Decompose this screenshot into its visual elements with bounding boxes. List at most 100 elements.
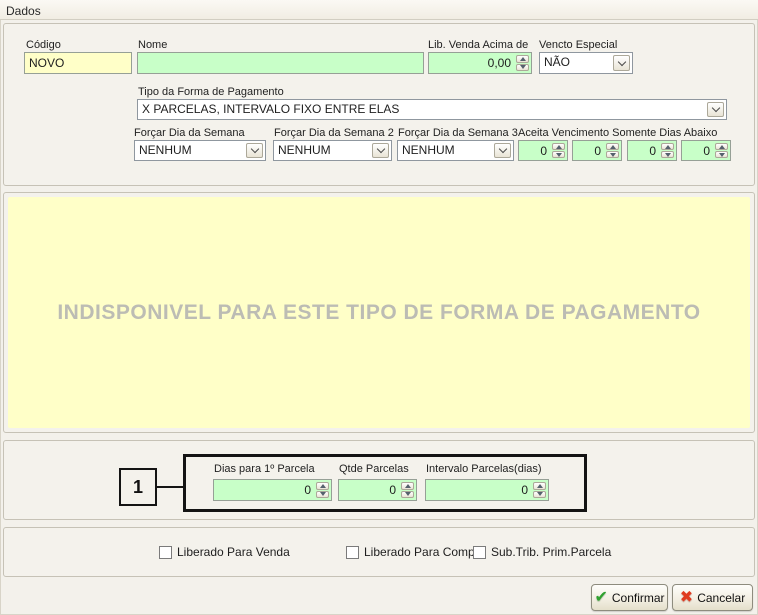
checkbox-subtrib-primparcela[interactable]: Sub.Trib. Prim.Parcela [473,545,611,559]
aceita-vencimento-value-1: 0 [540,144,547,158]
dias-primeira-value: 0 [304,483,311,497]
spin-down-button[interactable] [533,491,546,499]
chevron-down-icon [250,145,258,153]
spin-up-button[interactable] [552,143,565,150]
chevron-down-icon [711,104,719,112]
checkbox-label: Sub.Trib. Prim.Parcela [491,545,611,559]
aceita-vencimento-value-4: 0 [703,144,710,158]
chevron-down-icon [376,145,384,153]
forcar-dia-1-select[interactable]: NENHUM [134,140,266,161]
spin-up-button[interactable] [516,55,529,63]
confirm-button-label: Confirmar [612,591,665,605]
forcar-dia-2-label: Forçar Dia da Semana 2 [274,127,394,139]
lib-venda-value: 0,00 [488,56,511,70]
aceita-vencimento-value-2: 0 [594,144,601,158]
unavailable-watermark-text: INDISPONIVEL PARA ESTE TIPO DE FORMA DE … [57,301,700,325]
parcelas-group-frame: Dias para 1º Parcela 0 Qtde Parcelas 0 I… [183,454,587,512]
aceita-vencimento-spinner-3[interactable]: 0 [627,140,677,161]
arrow-up-icon [556,145,562,149]
forcar-dia-3-label: Forçar Dia da Semana 3 [398,127,518,139]
codigo-label: Código [26,39,61,51]
checkboxes-panel: Liberado Para Venda Liberado Para Compra… [3,527,755,577]
aceita-vencimento-spinner-1[interactable]: 0 [518,140,568,161]
codigo-input[interactable]: NOVO [24,52,132,74]
check-icon: ✔ [594,590,607,606]
checkbox-label: Liberado Para Venda [177,545,290,559]
vencto-especial-value: NÃO [544,55,570,69]
lib-venda-spinner[interactable]: 0,00 [428,52,532,74]
fields-panel: Código NOVO Nome Lib. Venda Acima de 0,0… [3,23,755,186]
checkbox-box[interactable] [159,546,172,559]
vencto-especial-select[interactable]: NÃO [539,52,633,74]
arrow-up-icon [665,145,671,149]
arrow-up-icon [719,145,725,149]
spin-up-button[interactable] [316,482,329,490]
forcar-dia-3-value: NENHUM [402,143,455,157]
forcar-dia-2-select[interactable]: NENHUM [273,140,392,161]
vencto-especial-label: Vencto Especial [539,39,617,51]
dropdown-button[interactable] [246,143,263,158]
payment-form-window: Dados Código NOVO Nome Lib. Venda Acima … [0,0,758,615]
arrow-up-icon [320,484,326,488]
arrow-up-icon [537,484,543,488]
arrow-down-icon [520,65,526,69]
unavailable-panel-background: INDISPONIVEL PARA ESTE TIPO DE FORMA DE … [8,197,750,428]
qtde-parcelas-spinner[interactable]: 0 [338,479,417,501]
checkbox-liberado-venda[interactable]: Liberado Para Venda [159,545,290,559]
nome-label: Nome [138,39,167,51]
checkbox-liberado-compra[interactable]: Liberado Para Compra [346,545,485,559]
spin-up-button[interactable] [661,143,674,150]
arrow-down-icon [320,492,326,496]
chevron-down-icon [617,57,625,65]
spin-down-button[interactable] [606,151,619,158]
intervalo-parcelas-spinner[interactable]: 0 [425,479,549,501]
forcar-dia-3-select[interactable]: NENHUM [397,140,514,161]
arrow-down-icon [405,492,411,496]
group-connector-line [156,486,186,488]
spin-up-button[interactable] [401,482,414,490]
forcar-dia-1-value: NENHUM [139,143,192,157]
spin-up-button[interactable] [606,143,619,150]
spin-up-button[interactable] [715,143,728,150]
spin-down-button[interactable] [316,491,329,499]
spin-down-button[interactable] [552,151,565,158]
lib-venda-label: Lib. Venda Acima de [428,39,528,51]
arrow-down-icon [719,153,725,157]
cancel-button-label: Cancelar [697,591,745,605]
spin-down-button[interactable] [715,151,728,158]
arrow-down-icon [665,153,671,157]
aceita-vencimento-spinner-4[interactable]: 0 [681,140,731,161]
tipo-pagamento-value: X PARCELAS, INTERVALO FIXO ENTRE ELAS [142,102,399,116]
qtde-parcelas-value: 0 [389,483,396,497]
spin-down-button[interactable] [401,491,414,499]
checkbox-label: Liberado Para Compra [364,545,485,559]
tipo-pagamento-select[interactable]: X PARCELAS, INTERVALO FIXO ENTRE ELAS [137,99,727,120]
cancel-button[interactable]: ✖ Cancelar [672,584,753,611]
forcar-dia-1-label: Forçar Dia da Semana [134,127,245,139]
spin-down-button[interactable] [661,151,674,158]
intervalo-parcelas-value: 0 [521,483,528,497]
dropdown-button[interactable] [372,143,389,158]
checkbox-box[interactable] [346,546,359,559]
dados-tab-header: Dados [0,0,758,20]
x-icon: ✖ [680,590,693,606]
dropdown-button[interactable] [494,143,511,158]
dias-primeira-label: Dias para 1º Parcela [214,463,315,475]
aceita-vencimento-spinner-2[interactable]: 0 [572,140,622,161]
checkbox-box[interactable] [473,546,486,559]
parcelas-panel: 1 Dias para 1º Parcela 0 Qtde Parcelas 0… [3,440,755,520]
spin-down-button[interactable] [516,64,529,72]
arrow-up-icon [520,57,526,61]
arrow-down-icon [537,492,543,496]
spin-up-button[interactable] [533,482,546,490]
arrow-up-icon [405,484,411,488]
intervalo-parcelas-label: Intervalo Parcelas(dias) [426,463,542,475]
group-number-box: 1 [119,468,157,506]
dias-primeira-spinner[interactable]: 0 [213,479,332,501]
aceita-vencimento-value-3: 0 [649,144,656,158]
dropdown-button[interactable] [613,55,630,71]
dropdown-button[interactable] [707,102,724,117]
confirm-button[interactable]: ✔ Confirmar [591,584,668,611]
nome-input[interactable] [137,52,424,74]
qtde-parcelas-label: Qtde Parcelas [339,463,409,475]
